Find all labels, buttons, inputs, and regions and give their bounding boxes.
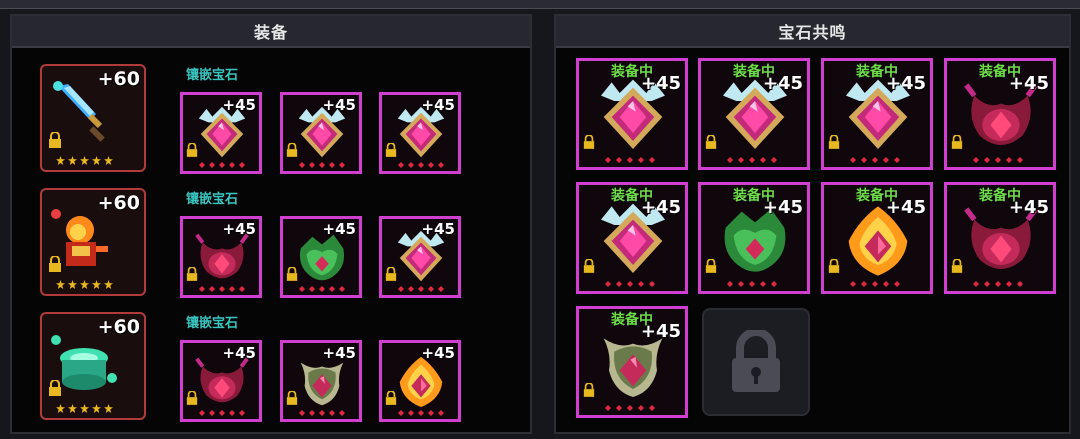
locked-slot[interactable]	[702, 308, 810, 416]
gem-rank	[199, 410, 245, 416]
gem-rank	[850, 157, 900, 163]
resonance-gem-card[interactable]: 装备中 +45	[944, 58, 1056, 170]
lock-icon	[583, 383, 595, 397]
gem-rank	[973, 281, 1023, 287]
gem-rank	[398, 162, 444, 168]
gem-level: +45	[640, 197, 681, 218]
lock-icon	[583, 259, 595, 273]
equipment-panel-title: 装备	[12, 16, 530, 48]
gem-level: +45	[421, 220, 455, 238]
equip-level: +60	[97, 316, 140, 338]
lock-icon	[385, 391, 397, 405]
lock-icon	[385, 267, 397, 281]
gem-resonance-panel: 宝石共鸣 装备中 +45 装备中 +45 装备中 +45 装备中 +45 装备中 +45 装备中 +4…	[554, 14, 1071, 434]
lock-icon	[186, 267, 198, 281]
gem-rank	[605, 157, 655, 163]
lock-icon	[49, 256, 61, 272]
gem-rank	[199, 286, 245, 292]
padlock-icon	[732, 330, 780, 392]
lock-icon	[286, 143, 298, 157]
lock-icon	[186, 391, 198, 405]
slot-label: 镶嵌宝石	[186, 192, 239, 207]
gem-level: +45	[762, 73, 803, 94]
gem-level: +45	[640, 321, 681, 342]
gem-level: +45	[762, 197, 803, 218]
gem-slot[interactable]: +45	[280, 340, 362, 422]
gem-rank	[727, 157, 777, 163]
gem-level: +45	[322, 220, 356, 238]
gem-level: +45	[421, 344, 455, 362]
resonance-gem-card[interactable]: 装备中 +45	[944, 182, 1056, 294]
gem-level: +45	[421, 96, 455, 114]
gem-rank	[398, 286, 444, 292]
lock-icon	[186, 143, 198, 157]
equip-card-weapon[interactable]: +60	[40, 64, 146, 172]
gem-slot[interactable]: +45	[180, 340, 262, 422]
slot-label: 镶嵌宝石	[186, 68, 239, 83]
lock-icon	[951, 259, 963, 273]
gem-rank	[299, 410, 345, 416]
gem-slot[interactable]: +45	[180, 216, 262, 298]
gem-level: +45	[222, 96, 256, 114]
star-rating	[56, 404, 113, 413]
lock-icon	[828, 135, 840, 149]
star-rating	[56, 156, 113, 165]
gem-level: +45	[222, 344, 256, 362]
equip-level: +60	[97, 68, 140, 90]
gem-slot[interactable]: +45	[379, 216, 461, 298]
gem-rank	[398, 410, 444, 416]
equip-card-armor[interactable]: +60	[40, 188, 146, 296]
resonance-gem-card[interactable]: 装备中 +45	[821, 182, 933, 294]
equip-card-accessory[interactable]: +60	[40, 312, 146, 420]
gem-level: +45	[885, 73, 926, 94]
gem-rank	[299, 286, 345, 292]
gem-slot[interactable]: +45	[280, 216, 362, 298]
gem-level: +45	[322, 96, 356, 114]
star-rating	[56, 280, 113, 289]
lock-icon	[951, 135, 963, 149]
gem-rank	[299, 162, 345, 168]
gem-slot[interactable]: +45	[379, 340, 461, 422]
gem-level: +45	[1008, 73, 1049, 94]
gem-rank	[605, 281, 655, 287]
gem-level: +45	[222, 220, 256, 238]
lock-icon	[49, 132, 61, 148]
lock-icon	[705, 135, 717, 149]
gem-rank	[727, 281, 777, 287]
gem-level: +45	[1008, 197, 1049, 218]
gem-rank	[973, 157, 1023, 163]
gem-rank	[605, 405, 655, 411]
resonance-gem-card[interactable]: 装备中 +45	[821, 58, 933, 170]
resonance-gem-card[interactable]: 装备中 +45	[698, 182, 810, 294]
gem-rank	[199, 162, 245, 168]
slot-label: 镶嵌宝石	[186, 316, 239, 331]
gem-level: +45	[885, 197, 926, 218]
top-bar	[0, 0, 1080, 9]
resonance-panel-title: 宝石共鸣	[556, 16, 1069, 48]
gem-slot[interactable]: +45	[180, 92, 262, 174]
lock-icon	[828, 259, 840, 273]
resonance-gem-card[interactable]: 装备中 +45	[698, 58, 810, 170]
gem-slot[interactable]: +45	[280, 92, 362, 174]
resonance-gem-card[interactable]: 装备中 +45	[576, 182, 688, 294]
lock-icon	[385, 143, 397, 157]
gem-slot[interactable]: +45	[379, 92, 461, 174]
equipment-panel: 装备 +60 镶嵌宝石 +60 镶嵌宝石 +60 镶嵌宝石 +45 +45 +4…	[10, 14, 532, 434]
equip-level: +60	[97, 192, 140, 214]
gem-level: +45	[640, 73, 681, 94]
gem-rank	[850, 281, 900, 287]
resonance-gem-card[interactable]: 装备中 +45	[576, 306, 688, 418]
lock-icon	[286, 391, 298, 405]
lock-icon	[286, 267, 298, 281]
resonance-gem-card[interactable]: 装备中 +45	[576, 58, 688, 170]
lock-icon	[705, 259, 717, 273]
lock-icon	[583, 135, 595, 149]
gem-level: +45	[322, 344, 356, 362]
lock-icon	[49, 380, 61, 396]
